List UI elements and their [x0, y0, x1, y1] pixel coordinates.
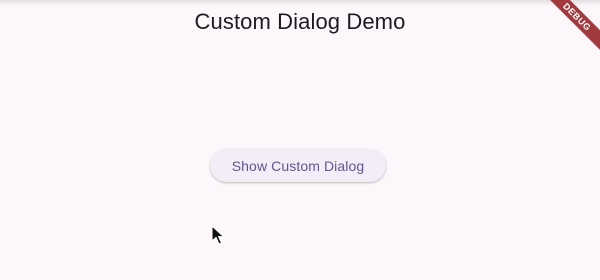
app-bar-title: Custom Dialog Demo — [194, 9, 406, 34]
show-custom-dialog-button[interactable]: Show Custom Dialog — [210, 149, 386, 182]
show-custom-dialog-button-label: Show Custom Dialog — [231, 157, 365, 174]
debug-banner-label: DEBUG — [540, 0, 600, 54]
app-bar: Custom Dialog Demo — [0, 0, 600, 44]
mouse-pointer-icon — [211, 225, 225, 245]
debug-banner: DEBUG — [540, 0, 600, 60]
